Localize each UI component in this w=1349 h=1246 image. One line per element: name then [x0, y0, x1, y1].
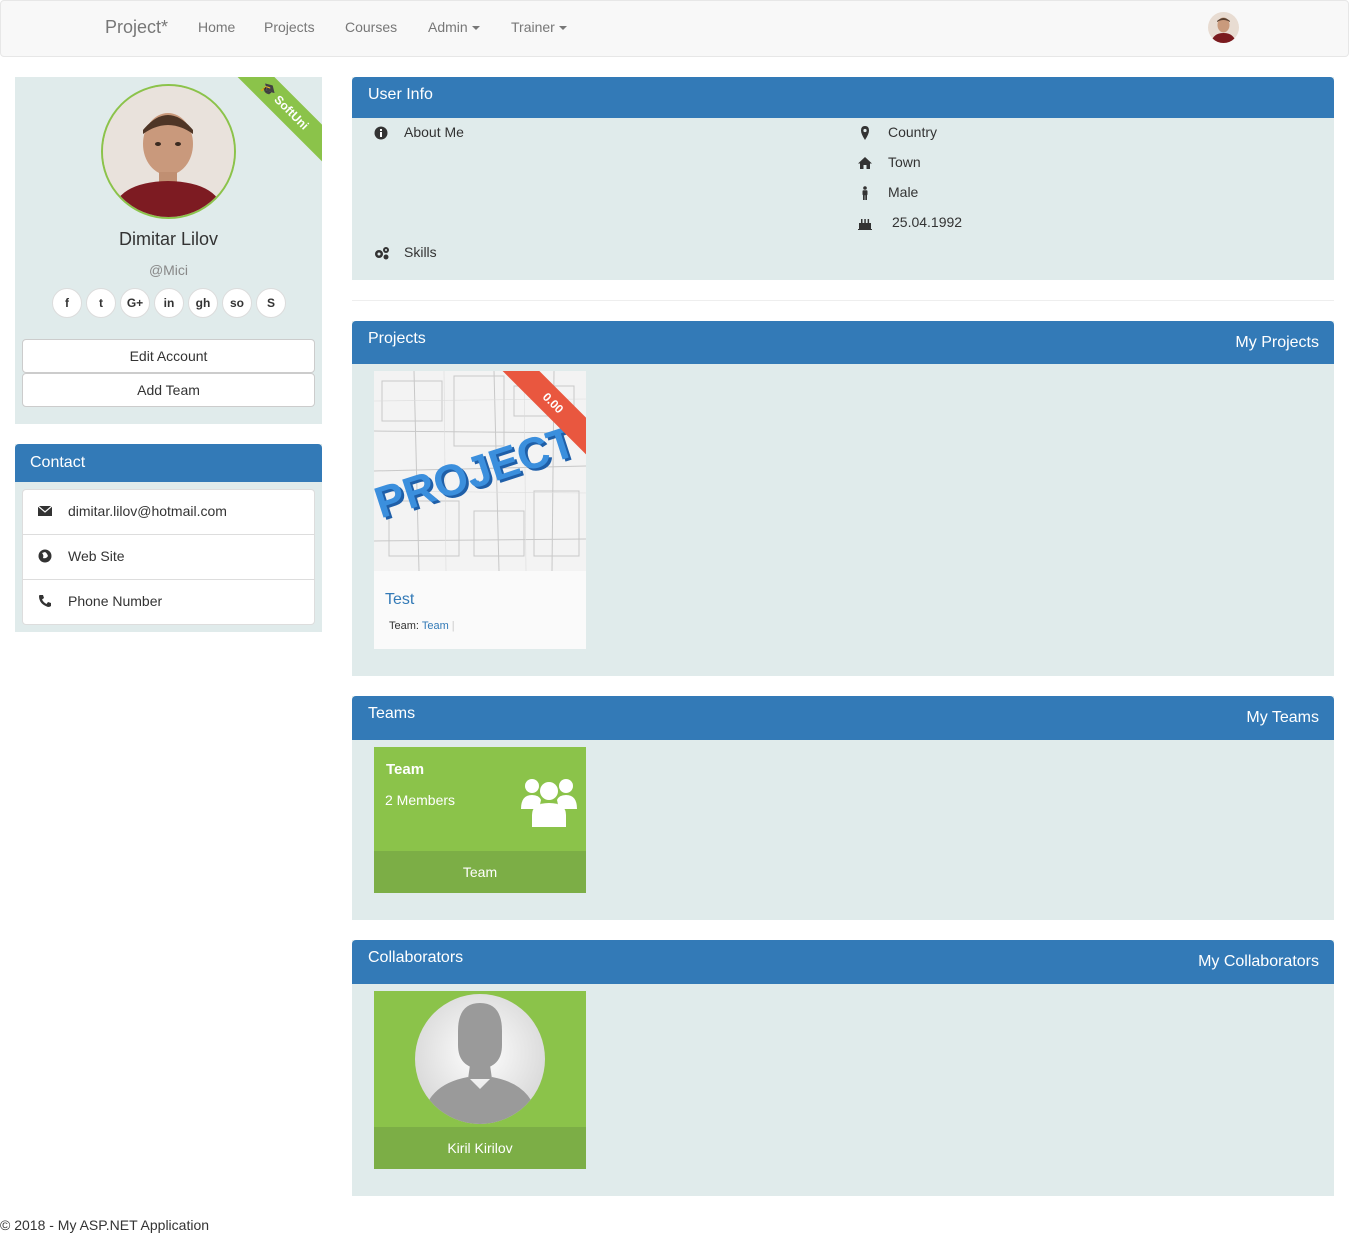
brand-link[interactable]: Project*	[105, 17, 168, 38]
skills-label: Skills	[404, 244, 437, 260]
my-collaborators-link[interactable]: My Collaborators	[1198, 953, 1319, 971]
navbar: Project* Home Projects Courses Admin Tra…	[0, 0, 1349, 57]
default-avatar-icon	[415, 994, 545, 1124]
nav-courses[interactable]: Courses	[345, 19, 397, 35]
project-team: Team: Team |	[389, 620, 455, 632]
envelope-icon	[38, 505, 52, 516]
my-projects-link[interactable]: My Projects	[1235, 334, 1319, 352]
globe-icon	[38, 549, 52, 563]
nav-admin-dropdown[interactable]: Admin	[428, 19, 480, 35]
birthday-cake-icon	[858, 219, 872, 230]
home-icon	[858, 157, 872, 169]
skype-icon[interactable]: S	[256, 288, 286, 318]
contact-email: dimitar.lilov@hotmail.com	[23, 490, 314, 535]
nav-trainer-label: Trainer	[511, 19, 555, 35]
teams-title: Teams	[368, 705, 416, 722]
contact-email-text[interactable]: dimitar.lilov@hotmail.com	[68, 503, 227, 519]
contact-title: Contact	[15, 444, 322, 482]
teams-header: Teams My Teams	[352, 696, 1334, 740]
chevron-down-icon	[471, 26, 480, 31]
profile-avatar	[101, 84, 236, 219]
nav-trainer-dropdown[interactable]: Trainer	[511, 19, 567, 35]
collaborators-title: Collaborators	[368, 949, 464, 966]
collaborator-card[interactable]: Kiril Kirilov	[374, 991, 586, 1169]
contact-phone: Phone Number	[23, 580, 314, 625]
team-members: 2 Members	[385, 792, 456, 808]
my-teams-link[interactable]: My Teams	[1246, 709, 1319, 727]
users-icon	[521, 779, 577, 827]
linkedin-icon[interactable]: in	[154, 288, 184, 318]
facebook-icon[interactable]: f	[52, 288, 82, 318]
team-name: Team	[386, 761, 425, 778]
collaborators-panel: Collaborators My Collaborators Kiril Kir…	[352, 940, 1334, 1196]
divider	[352, 300, 1334, 301]
info-icon	[374, 126, 388, 140]
user-info-header: User Info	[352, 77, 1334, 118]
add-team-button[interactable]: Add Team	[22, 373, 315, 407]
cogs-icon	[375, 247, 389, 260]
about-me-label: About Me	[404, 124, 464, 140]
project-name-link[interactable]: Test	[385, 591, 414, 609]
team-card[interactable]: Team 2 Members Team	[374, 747, 586, 893]
edit-account-button[interactable]: Edit Account	[22, 339, 315, 373]
country-label: Country	[888, 124, 938, 140]
project-card[interactable]: PROJECT PROJECT 0.00 Test Team: Team |	[374, 371, 586, 649]
project-team-link[interactable]: Team	[422, 620, 449, 632]
map-marker-icon	[861, 126, 869, 140]
teams-panel: Teams My Teams Team 2 Members Team	[352, 696, 1334, 920]
softuni-ribbon: 🎓 SoftUni	[222, 77, 322, 169]
profile-handle: @Mici	[148, 262, 189, 278]
user-info-panel: User Info About Me Skills Country Town M…	[352, 77, 1334, 280]
twitter-icon[interactable]: t	[86, 288, 116, 318]
nav-admin-label: Admin	[428, 19, 468, 35]
contact-panel: Contact dimitar.lilov@hotmail.com Web Si…	[15, 444, 322, 632]
town-label: Town	[888, 154, 921, 170]
chevron-down-icon	[558, 26, 567, 31]
male-icon	[862, 186, 868, 200]
projects-panel: Projects My Projects PROJECT PROJECT 0.0…	[352, 321, 1334, 676]
team-footer-link[interactable]: Team	[374, 851, 586, 893]
ribbon-label: SoftUni	[271, 92, 312, 133]
page-footer: © 2018 - My ASP.NET Application	[0, 1217, 210, 1233]
contact-website: Web Site	[23, 535, 314, 580]
birthdate-label: 25.04.1992	[892, 214, 963, 230]
stackoverflow-icon[interactable]: so	[222, 288, 252, 318]
gender-label: Male	[888, 184, 919, 200]
project-team-label: Team:	[389, 620, 419, 632]
nav-projects[interactable]: Projects	[264, 19, 315, 35]
github-icon[interactable]: gh	[188, 288, 218, 318]
collaborator-name-link[interactable]: Kiril Kirilov	[374, 1127, 586, 1169]
projects-title: Projects	[368, 330, 426, 347]
phone-icon	[39, 595, 51, 607]
nav-home[interactable]: Home	[198, 19, 235, 35]
collaborators-header: Collaborators My Collaborators	[352, 940, 1334, 984]
google-plus-icon[interactable]: G+	[120, 288, 150, 318]
user-info-title: User Info	[368, 86, 433, 103]
contact-website-text[interactable]: Web Site	[68, 548, 125, 564]
profile-card: 🎓 SoftUni Dimitar Lilov @Mici f t G+ in …	[15, 77, 322, 424]
profile-name: Dimitar Lilov	[118, 229, 219, 249]
contact-list: dimitar.lilov@hotmail.com Web Site Phone…	[22, 489, 315, 625]
projects-header: Projects My Projects	[352, 321, 1334, 364]
user-avatar[interactable]	[1208, 12, 1239, 43]
contact-phone-text[interactable]: Phone Number	[68, 593, 162, 609]
